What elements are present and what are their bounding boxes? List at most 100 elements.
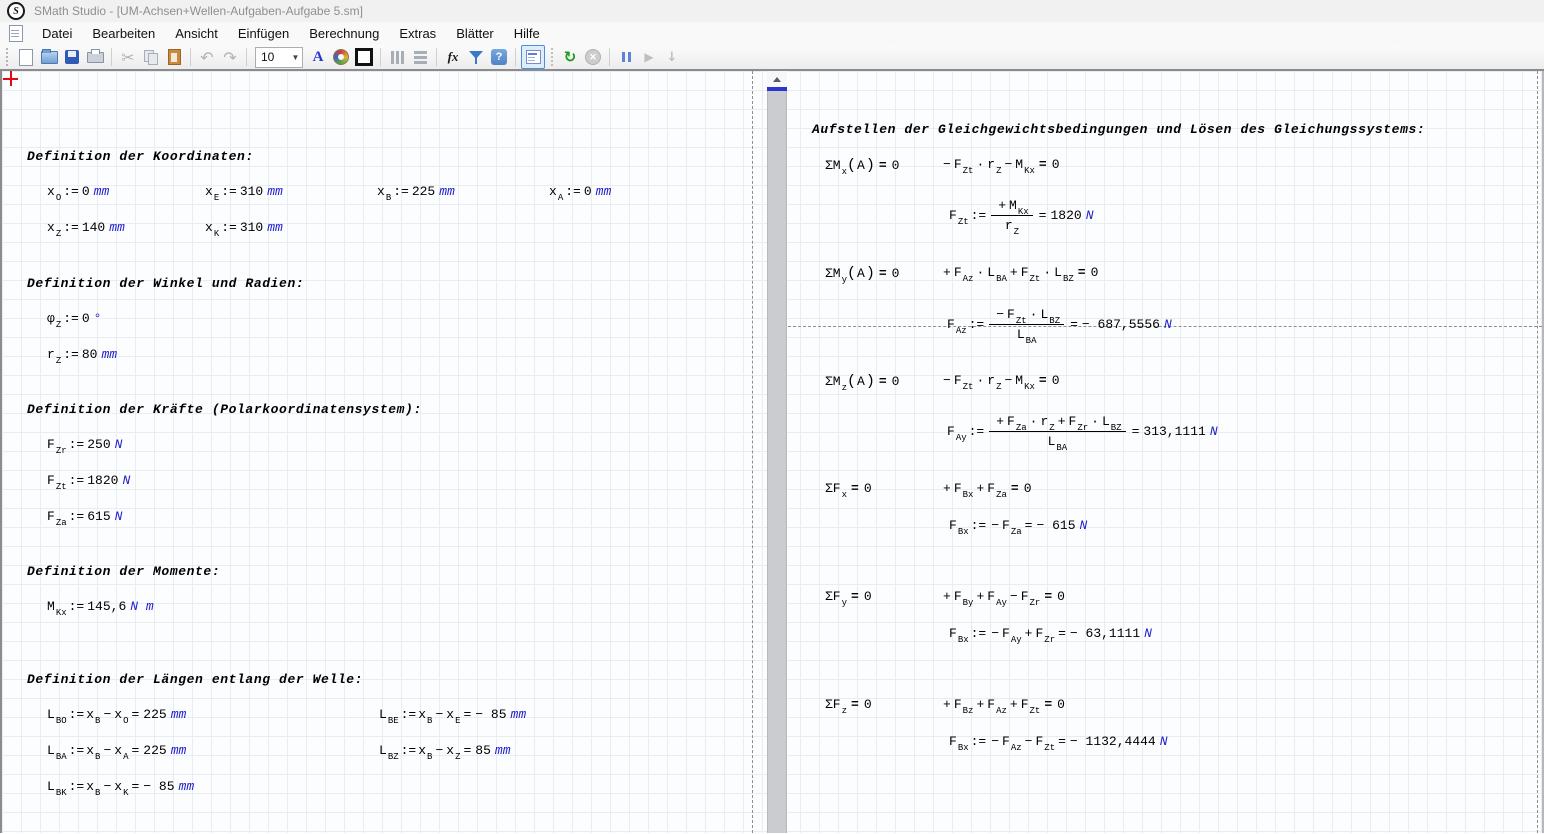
heading-laengen[interactable]: Definition der Längen entlang der Welle: <box>27 672 363 687</box>
def-FZr[interactable]: FZr:=250N <box>47 437 122 452</box>
printer-icon <box>87 52 104 63</box>
font-color-button[interactable]: A <box>307 46 329 68</box>
def-xA[interactable]: xA:=0mm <box>549 184 611 199</box>
def-LBA[interactable]: LBA:=xB−xA=225mm <box>47 743 186 758</box>
vertical-separator-icon <box>414 51 427 64</box>
pause-button[interactable] <box>615 46 637 68</box>
play-button[interactable]: ▶ <box>638 46 660 68</box>
toolbar-separator <box>515 48 516 66</box>
heading-kraefte[interactable]: Definition der Kräfte (Polarkoordinatens… <box>27 402 422 417</box>
align-vertical-button[interactable] <box>409 46 431 68</box>
title-bar: S SMath Studio - [UM-Achsen+Wellen-Aufga… <box>0 0 1544 22</box>
font-color-icon: A <box>313 49 324 66</box>
sum-Fz[interactable]: ΣFz=0 <box>825 697 873 712</box>
filter-button[interactable] <box>465 46 487 68</box>
side-panel-toggle-button[interactable] <box>521 45 545 69</box>
sum-Fy[interactable]: ΣFy=0 <box>825 589 873 604</box>
menu-bearbeiten[interactable]: Bearbeiten <box>82 23 165 44</box>
toolbar-separator <box>190 48 191 66</box>
funnel-icon <box>468 50 484 65</box>
undo-button[interactable]: ↶ <box>196 46 218 68</box>
sum-Fx[interactable]: ΣFx=0 <box>825 481 873 496</box>
def-xK[interactable]: xK:=310mm <box>205 220 283 235</box>
pause-icon <box>622 52 631 62</box>
def-LBO[interactable]: LBO:=xB−xO=225mm <box>47 707 186 722</box>
toolbar-separator <box>111 48 112 66</box>
eq-Fz[interactable]: +FBz+FAz+FZt=0 <box>940 697 1066 712</box>
eq-Mx[interactable]: −FZt·rZ−MKx=0 <box>940 157 1061 172</box>
print-button[interactable] <box>84 46 106 68</box>
heading-winkel[interactable]: Definition der Winkel und Radien: <box>27 276 304 291</box>
align-horizontal-button[interactable] <box>386 46 408 68</box>
def-xZ[interactable]: xZ:=140mm <box>47 220 125 235</box>
def-LBK[interactable]: LBK:=xB−xK=− 85mm <box>47 779 194 794</box>
interrupt-button[interactable]: ✕ <box>582 46 604 68</box>
toolbar-separator <box>246 48 247 66</box>
insert-function-button[interactable]: fx <box>442 46 464 68</box>
tool-bar: ✂ ↶ ↷ 10 ▼ A fx ? ↻ ✕ ▶ ↓ <box>0 45 1544 71</box>
open-button[interactable] <box>38 46 60 68</box>
toolbar-separator <box>551 48 553 66</box>
sum-Mz[interactable]: ΣMz(A)=0 <box>825 373 900 390</box>
menu-blaetter[interactable]: Blätter <box>446 23 504 44</box>
help-question-icon: ? <box>491 49 507 65</box>
play-triangle-icon: ▶ <box>644 50 653 64</box>
insert-cursor-crosshair <box>2 71 20 87</box>
scissors-icon: ✂ <box>121 48 134 67</box>
scroll-up-arrow-icon <box>773 77 781 82</box>
copy-button[interactable] <box>140 46 162 68</box>
worksheet-canvas[interactable]: Definition der Koordinaten: xO:=0mm xE:=31… <box>0 71 1544 833</box>
window-title: SMath Studio - [UM-Achsen+Wellen-Aufgabe… <box>34 4 363 18</box>
solve-FBz[interactable]: FBx:=−FAz−FZt=− 1132,4444N <box>949 734 1168 749</box>
new-button[interactable] <box>15 46 37 68</box>
eq-Fy[interactable]: +FBy+FAy−FZr=0 <box>940 589 1066 604</box>
eq-Mz[interactable]: −FZt·rZ−MKx=0 <box>940 373 1061 388</box>
menu-hilfe[interactable]: Hilfe <box>504 23 550 44</box>
clipboard-icon <box>168 49 181 65</box>
heading-momente[interactable]: Definition der Momente: <box>27 564 220 579</box>
sum-Mx[interactable]: ΣMx(A)=0 <box>825 157 900 174</box>
def-xB[interactable]: xB:=225mm <box>377 184 455 199</box>
vertical-scrollbar[interactable] <box>767 71 787 833</box>
def-MKx[interactable]: MKx:=145,6N m <box>47 599 154 614</box>
menu-extras[interactable]: Extras <box>389 23 446 44</box>
document-menu-icon[interactable] <box>9 25 23 42</box>
menu-berechnung[interactable]: Berechnung <box>299 23 389 44</box>
reference-button[interactable]: ? <box>488 46 510 68</box>
font-size-combobox[interactable]: 10 ▼ <box>255 47 303 68</box>
sum-My[interactable]: ΣMy(A)=0 <box>825 265 900 282</box>
step-button[interactable]: ↓ <box>661 46 683 68</box>
def-FZa[interactable]: FZa:=615N <box>47 509 122 524</box>
heading-gleichgewicht[interactable]: Aufstellen der Gleichgewichtsbedingungen… <box>812 122 1425 137</box>
background-color-button[interactable] <box>330 46 352 68</box>
solve-FBx[interactable]: FBx:=−FZa=− 615N <box>949 518 1087 533</box>
paste-button[interactable] <box>163 46 185 68</box>
eq-Fx[interactable]: +FBx+FZa=0 <box>940 481 1033 496</box>
solve-FZt[interactable]: FZt:=+MKxrZ=1820N <box>949 198 1094 233</box>
refresh-arrows-icon: ↻ <box>564 48 577 66</box>
cut-button[interactable]: ✂ <box>117 46 139 68</box>
heading-koordinaten[interactable]: Definition der Koordinaten: <box>27 149 254 164</box>
solve-FAy[interactable]: FAy:=+FZa·rZ+FZr·LBZLBA=313,1111N <box>947 414 1218 449</box>
font-size-value: 10 <box>256 50 289 64</box>
border-button[interactable] <box>353 46 375 68</box>
solve-FAz[interactable]: FAz:=−FZt·LBZLBA=− 687,5556N <box>947 307 1172 342</box>
menu-ansicht[interactable]: Ansicht <box>165 23 228 44</box>
recalculate-button[interactable]: ↻ <box>559 46 581 68</box>
chevron-down-icon[interactable]: ▼ <box>289 48 302 67</box>
scrollbar-thumb[interactable] <box>767 91 787 833</box>
def-FZt[interactable]: FZt:=1820N <box>47 473 130 488</box>
def-rZ[interactable]: rZ:=80mm <box>47 347 117 362</box>
menu-datei[interactable]: Datei <box>32 23 82 44</box>
def-LBE[interactable]: LBE:=xB−xE=− 85mm <box>379 707 526 722</box>
def-phiZ[interactable]: φZ:=0° <box>47 311 101 326</box>
menu-einfuegen[interactable]: Einfügen <box>228 23 299 44</box>
eq-My[interactable]: +FAz·LBA+FZt·LBZ=0 <box>940 265 1099 280</box>
def-xE[interactable]: xE:=310mm <box>205 184 283 199</box>
redo-button[interactable]: ↷ <box>219 46 241 68</box>
solve-FBy[interactable]: FBx:=−FAy+FZr=− 63,1111N <box>949 626 1152 641</box>
save-button[interactable] <box>61 46 83 68</box>
def-xO[interactable]: xO:=0mm <box>47 184 109 199</box>
def-LBZ[interactable]: LBZ:=xB−xZ=85mm <box>379 743 511 758</box>
scroll-up-button[interactable] <box>767 71 787 87</box>
